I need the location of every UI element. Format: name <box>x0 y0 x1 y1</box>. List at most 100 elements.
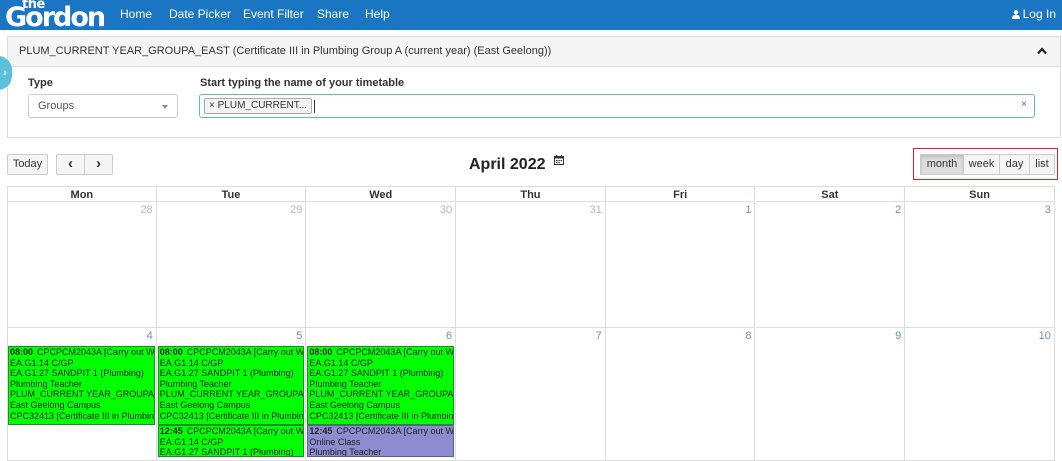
weekday-header: Wed <box>306 186 457 202</box>
event-title: CPCPCM2043A [Carry out WHS <box>186 426 305 436</box>
day-number[interactable]: 5 <box>296 330 302 342</box>
weekday-header: Mon <box>7 186 157 202</box>
calendar-event[interactable]: 08:00 CPCPCM2043A [Carry out WHS EA.G1.14 … <box>8 346 155 425</box>
timetable-search-input[interactable]: × PLUM_CURRENT... × <box>199 94 1035 118</box>
event-detail: East Geelong Campus <box>159 399 251 410</box>
login-link[interactable]: Log In <box>1011 0 1056 30</box>
nav-date-picker[interactable]: Date Picker <box>169 0 231 30</box>
timetable-panel: PLUM_CURRENT YEAR_GROUPA_EAST (Certifica… <box>7 36 1061 138</box>
weekday-header: Thu <box>456 186 606 202</box>
day-number[interactable]: 9 <box>895 330 901 342</box>
logo-gordon-text: Gordon <box>5 2 106 33</box>
event-title: CPCPCM2043A [Carry out WHS <box>336 426 455 436</box>
day-number[interactable]: 31 <box>590 204 602 216</box>
event-detail: Plumbing Teacher <box>159 378 232 389</box>
day-number[interactable]: 29 <box>290 204 302 216</box>
event-detail: CPC32413 [Certificate III in Plumbing] <box>159 410 305 421</box>
view-week-button[interactable]: week <box>963 154 1000 175</box>
day-number[interactable]: 3 <box>1045 204 1051 216</box>
selected-timetable-tag: × PLUM_CURRENT... <box>204 98 313 114</box>
event-detail: CPC32413 [Certificate III in Plumbing] <box>309 410 455 421</box>
weekday-header: Sat <box>755 186 906 202</box>
user-icon <box>1011 10 1020 19</box>
day-cell[interactable]: 8 <box>605 328 756 461</box>
day-cell[interactable]: 30 <box>306 202 457 328</box>
day-cell[interactable]: 1 <box>605 202 756 328</box>
event-detail: PLUM_CURRENT YEAR_GROUPA_EAST <box>309 389 454 400</box>
weekday-header: Tue <box>156 186 307 202</box>
text-cursor <box>314 100 315 113</box>
event-detail: EA.G1.27 SANDPIT 1 (Plumbing) <box>10 368 144 379</box>
nav-event-filter[interactable]: Event Filter <box>243 0 304 30</box>
type-select[interactable]: Groups <box>28 94 178 118</box>
day-cell[interactable]: 29 <box>156 202 307 328</box>
event-detail: CPC32413 [Certificate III in Plumbing] <box>10 410 155 421</box>
day-number[interactable]: 4 <box>147 330 153 342</box>
calendar-event[interactable]: 12:45 CPCPCM2043A [Carry out WHS EA.G1.14 … <box>157 425 305 457</box>
event-detail: PLUM_CURRENT YEAR_GROUPA_EAST <box>10 389 155 400</box>
event-title: CPCPCM2043A [Carry out WHS <box>186 347 305 357</box>
today-button[interactable]: Today <box>7 154 48 175</box>
day-cell[interactable]: 9 <box>755 328 906 461</box>
event-title: CPCPCM2043A [Carry out WHS <box>37 347 155 357</box>
chevron-up-icon[interactable] <box>1037 47 1047 55</box>
gordon-logo[interactable]: the Gordon <box>5 0 106 31</box>
tag-label: PLUM_CURRENT... <box>217 100 308 111</box>
day-number[interactable]: 7 <box>596 330 602 342</box>
event-time: 12:45 <box>309 426 333 436</box>
day-cell[interactable]: 3 <box>905 202 1055 328</box>
caret-down-icon <box>162 105 168 109</box>
day-number[interactable]: 10 <box>1039 330 1051 342</box>
day-number[interactable]: 28 <box>140 204 152 216</box>
event-title: CPCPCM2043A [Carry out WHS <box>336 347 455 357</box>
event-detail: EA.G1.27 SANDPIT 1 (Plumbing) <box>159 447 294 457</box>
view-month-button[interactable]: month <box>920 154 964 175</box>
login-label: Log In <box>1022 7 1056 21</box>
day-number[interactable]: 8 <box>745 330 751 342</box>
day-number[interactable]: 30 <box>440 204 452 216</box>
nav-help[interactable]: Help <box>365 0 390 30</box>
day-cell[interactable]: 7 <box>456 328 606 461</box>
weekday-header: Fri <box>605 186 756 202</box>
top-nav: the Gordon Home Date Picker Event Filter… <box>0 0 1062 31</box>
calendar-event[interactable]: 08:00 CPCPCM2043A [Carry out WHS EA.G1.14 … <box>307 346 455 425</box>
event-detail: EA.G1.14 C/GP <box>309 357 373 368</box>
event-detail: Plumbing Teacher <box>309 378 382 389</box>
event-detail: EA.G1.27 SANDPIT 1 (Plumbing) <box>159 368 294 379</box>
day-number[interactable]: 6 <box>446 330 452 342</box>
event-detail: EA.G1.14 C/GP <box>159 436 224 447</box>
tag-remove-button[interactable]: × <box>209 100 215 111</box>
day-number[interactable]: 2 <box>895 204 901 216</box>
event-time: 12:45 <box>159 426 183 436</box>
day-cell[interactable]: 2 <box>755 202 906 328</box>
timetable-search-label: Start typing the name of your timetable <box>200 77 405 89</box>
event-detail: Plumbing Teacher <box>309 447 382 457</box>
event-time: 08:00 <box>159 347 183 357</box>
day-number[interactable]: 1 <box>745 204 751 216</box>
nav-home[interactable]: Home <box>120 0 152 30</box>
calendar-title: April 2022 <box>469 156 546 173</box>
event-time: 08:00 <box>309 347 333 357</box>
prev-month-button[interactable]: ‹ <box>56 154 85 175</box>
panel-title: PLUM_CURRENT YEAR_GROUPA_EAST (Certifica… <box>19 45 552 57</box>
day-cell[interactable]: 10 <box>905 328 1055 461</box>
weekday-header: Sun <box>905 186 1055 202</box>
calendar-event[interactable]: 12:45 CPCPCM2043A [Carry out WHS Online Cl… <box>307 425 455 457</box>
day-cell[interactable]: 28 <box>7 202 157 328</box>
calendar-icon[interactable] <box>554 155 564 165</box>
clear-search-button[interactable]: × <box>1021 99 1027 110</box>
event-detail: EA.G1.14 C/GP <box>10 357 74 368</box>
event-detail: PLUM_CURRENT YEAR_GROUPA_EAST <box>159 389 304 400</box>
type-select-value: Groups <box>38 100 75 112</box>
calendar-event[interactable]: 08:00 CPCPCM2043A [Carry out WHS EA.G1.14 … <box>157 346 305 425</box>
view-list-button[interactable]: list <box>1029 154 1055 175</box>
event-detail: EA.G1.27 SANDPIT 1 (Plumbing) <box>309 368 444 379</box>
view-day-button[interactable]: day <box>999 154 1030 175</box>
type-label: Type <box>28 77 53 89</box>
panel-header[interactable]: PLUM_CURRENT YEAR_GROUPA_EAST (Certifica… <box>8 37 1060 67</box>
event-time: 08:00 <box>10 347 34 357</box>
day-cell[interactable]: 31 <box>456 202 606 328</box>
month-grid: Mon Tue Wed Thu Fri Sat Sun 28 29 30 31 1 2 3 4 5 6 7 8 9 10… <box>7 186 1055 461</box>
nav-share[interactable]: Share <box>317 0 349 30</box>
next-month-button[interactable]: › <box>84 154 113 175</box>
